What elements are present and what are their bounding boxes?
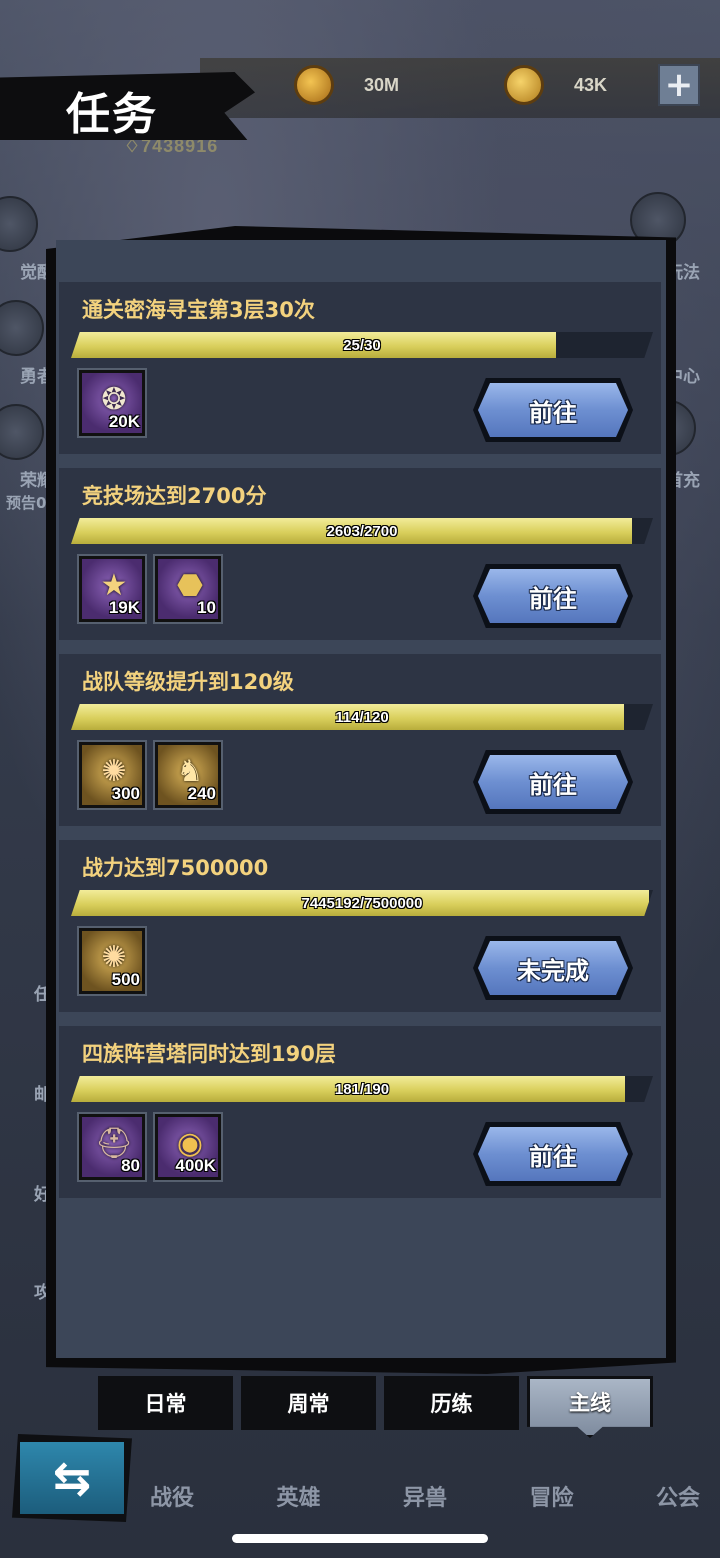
- nav-guild[interactable]: 公会: [656, 1460, 700, 1528]
- task-item: 战队等级提升到120级 114/120 ✺ 300 ♞ 240 前往: [59, 654, 661, 826]
- task-title: 战队等级提升到120级: [82, 670, 294, 694]
- gem-bag-icon: [504, 65, 544, 105]
- reward-list: ❂ 20K: [77, 368, 147, 438]
- progress-text: 25/30: [343, 336, 381, 354]
- reward-item[interactable]: ❂ 20K: [77, 368, 147, 438]
- progress-bar: 181/190: [71, 1076, 653, 1102]
- incomplete-button[interactable]: 未完成: [473, 936, 633, 1000]
- progress-bar: 114/120: [71, 704, 653, 730]
- reward-item[interactable]: ♞ 240: [153, 740, 223, 810]
- reward-qty: 80: [121, 1156, 140, 1175]
- nav-heroes[interactable]: 英雄: [276, 1460, 320, 1528]
- go-button[interactable]: 前往: [473, 378, 633, 442]
- reward-qty: 19K: [108, 598, 140, 617]
- reward-list: ★ 19K ⬣ 10: [77, 554, 223, 624]
- progress-text: 181/190: [334, 1080, 390, 1098]
- reward-qty: 20K: [108, 412, 140, 431]
- go-button-label: 前往: [478, 755, 628, 809]
- home-indicator: [232, 1534, 488, 1543]
- task-title: 四族阵营塔同时达到190层: [82, 1042, 336, 1066]
- progress-text: 7445192/7500000: [301, 894, 423, 912]
- back-button[interactable]: ⇆: [12, 1434, 132, 1522]
- reward-qty: 10: [197, 598, 216, 617]
- tab-main[interactable]: 主线: [527, 1376, 653, 1438]
- reward-item[interactable]: ★ 19K: [77, 554, 147, 624]
- add-currency-button[interactable]: +: [658, 64, 700, 106]
- go-button-label: 前往: [478, 383, 628, 437]
- nav-adventure[interactable]: 冒险: [529, 1460, 573, 1528]
- tab-bar: 日常 周常 历练 主线: [98, 1376, 653, 1438]
- go-button-label: 前往: [478, 569, 628, 623]
- back-arrow-icon: ⇆: [20, 1442, 124, 1514]
- task-title: 竞技场达到2700分: [82, 484, 267, 508]
- go-button[interactable]: 前往: [473, 750, 633, 814]
- reward-item[interactable]: ✺ 300: [77, 740, 147, 810]
- gold-resource: 30M: [294, 62, 399, 108]
- reward-list: ⛑ 80 ◉ 400K: [77, 1112, 223, 1182]
- tab-training[interactable]: 历练: [384, 1376, 519, 1430]
- gem-amount: 43K: [574, 74, 608, 95]
- gold-coin-icon: [294, 65, 334, 105]
- progress-text: 2603/2700: [326, 522, 398, 540]
- reward-qty: 400K: [175, 1156, 216, 1175]
- tab-weekly[interactable]: 周常: [241, 1376, 376, 1430]
- bottom-nav: 战役 英雄 异兽 冒险 公会: [130, 1460, 720, 1528]
- progress-bar: 25/30: [71, 332, 653, 358]
- reward-qty: 300: [111, 784, 140, 803]
- reward-qty: 240: [187, 784, 216, 803]
- reward-item[interactable]: ✺ 500: [77, 926, 147, 996]
- task-title: 通关密海寻宝第3层30次: [82, 298, 315, 322]
- go-button[interactable]: 前往: [473, 1122, 633, 1186]
- gold-amount: 30M: [364, 74, 400, 95]
- task-item: 四族阵营塔同时达到190层 181/190 ⛑ 80 ◉ 400K 前往: [59, 1026, 661, 1198]
- task-item: 竞技场达到2700分 2603/2700 ★ 19K ⬣ 10 前往: [59, 468, 661, 640]
- gem-resource: 43K: [504, 62, 607, 108]
- task-title: 战力达到7500000: [82, 856, 269, 880]
- reward-list: ✺ 300 ♞ 240: [77, 740, 223, 810]
- progress-bar: 2603/2700: [71, 518, 653, 544]
- page-title: 任务: [66, 89, 158, 140]
- side-label-preview: 预告0: [6, 494, 47, 512]
- resource-bar: [200, 58, 720, 118]
- reward-item[interactable]: ⬣ 10: [153, 554, 223, 624]
- task-item: 通关密海寻宝第3层30次 25/30 ❂ 20K 前往: [59, 282, 661, 454]
- reward-list: ✺ 500: [77, 926, 147, 996]
- task-item: 战力达到7500000 7445192/7500000 ✺ 500 未完成: [59, 840, 661, 1012]
- task-list: 通关密海寻宝第3层30次 25/30 ❂ 20K 前往 竞技场达到2700分 2…: [59, 282, 661, 1212]
- reward-qty: 500: [111, 970, 140, 989]
- progress-bar: 7445192/7500000: [71, 890, 653, 916]
- reward-item[interactable]: ◉ 400K: [153, 1112, 223, 1182]
- progress-text: 114/120: [335, 708, 389, 726]
- nav-beasts[interactable]: 异兽: [403, 1460, 447, 1528]
- reward-item[interactable]: ⛑ 80: [77, 1112, 147, 1182]
- tab-daily[interactable]: 日常: [98, 1376, 233, 1430]
- go-button-label: 前往: [478, 1127, 628, 1181]
- incomplete-button-label: 未完成: [478, 941, 628, 995]
- nav-campaign[interactable]: 战役: [150, 1460, 194, 1528]
- go-button[interactable]: 前往: [473, 564, 633, 628]
